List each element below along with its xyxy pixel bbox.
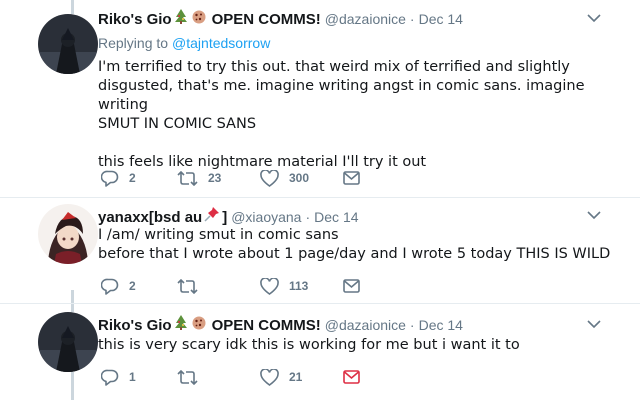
like-button[interactable]: 113: [260, 276, 308, 296]
chevron-down-icon[interactable]: [587, 319, 601, 329]
like-icon: [260, 169, 279, 187]
separator-dot: ·: [409, 11, 415, 27]
tweet-text: I'm terrified to try this out. that weir…: [98, 59, 585, 170]
replying-to: Replying to @tajntedsorrow: [98, 35, 270, 51]
chevron-down-icon[interactable]: [587, 210, 601, 220]
retweet-button[interactable]: [177, 367, 208, 387]
display-name-suffix[interactable]: ]: [222, 209, 227, 226]
retweet-count: 23: [208, 171, 222, 185]
thread-line: [71, 372, 74, 400]
like-button[interactable]: 300: [260, 168, 309, 188]
divider: [0, 303, 640, 304]
tweet-date[interactable]: Dec 14: [419, 11, 463, 27]
message-icon: [343, 279, 360, 293]
replying-to-label: Replying to: [98, 35, 169, 51]
cookie-emoji: [192, 10, 206, 28]
user-handle[interactable]: @dazaionice: [325, 11, 406, 27]
reply-count: 2: [129, 171, 136, 185]
message-icon: [343, 370, 360, 384]
like-icon: [260, 368, 279, 386]
separator-dot: ·: [305, 209, 311, 225]
message-icon: [343, 171, 360, 185]
tree-emoji: [174, 9, 188, 28]
display-name-suffix[interactable]: OPEN COMMS!: [212, 11, 321, 28]
like-button[interactable]: 21: [260, 367, 302, 387]
separator-dot: ·: [409, 317, 415, 333]
tweet-date[interactable]: Dec 14: [419, 317, 463, 333]
reply-button[interactable]: 1: [101, 367, 136, 387]
display-name[interactable]: Riko's Gio: [98, 317, 172, 334]
chevron-down-icon[interactable]: [587, 13, 601, 23]
reply-button[interactable]: 2: [101, 168, 136, 188]
user-handle[interactable]: @dazaionice: [325, 317, 406, 333]
tree-emoji: [174, 315, 188, 334]
retweet-icon: [177, 170, 198, 186]
retweet-button[interactable]: [177, 276, 208, 296]
tweet-header: Riko's Gio OPEN COMMS! @dazaionice · Dec…: [98, 9, 463, 28]
thread-line: [71, 0, 74, 14]
tweet-text: this is very scary idk this is working f…: [98, 337, 520, 353]
replying-to-handle[interactable]: @tajntedsorrow: [172, 35, 270, 51]
reply-count: 2: [129, 279, 136, 293]
reply-button[interactable]: 2: [101, 276, 136, 296]
avatar[interactable]: [38, 14, 98, 74]
pushpin-emoji: [204, 206, 220, 226]
display-name[interactable]: yanaxx[bsd au: [98, 209, 202, 226]
reply-count: 1: [129, 370, 136, 384]
message-button[interactable]: [343, 276, 360, 296]
tweet-header: Riko's Gio OPEN COMMS! @dazaionice · Dec…: [98, 315, 463, 334]
tweet-date[interactable]: Dec 14: [314, 209, 358, 225]
message-button[interactable]: [343, 367, 360, 387]
retweet-icon: [177, 369, 198, 385]
display-name-suffix[interactable]: OPEN COMMS!: [212, 317, 321, 334]
divider: [0, 197, 640, 198]
retweet-icon: [177, 278, 198, 294]
tweet-header: yanaxx[bsd au ] @xiaoyana · Dec 14: [98, 206, 359, 226]
retweet-button[interactable]: 23: [177, 168, 221, 188]
like-count: 21: [289, 370, 303, 384]
like-count: 300: [289, 171, 310, 185]
reply-icon: [101, 278, 119, 295]
cookie-emoji: [192, 316, 206, 334]
tweet-text: I /am/ writing smut in comic sans before…: [98, 227, 611, 262]
like-icon: [260, 277, 279, 295]
like-count: 113: [289, 279, 309, 293]
reply-icon: [101, 369, 119, 386]
message-button[interactable]: [343, 168, 360, 188]
user-handle[interactable]: @xiaoyana: [231, 209, 301, 225]
thread-line: [71, 290, 74, 312]
display-name[interactable]: Riko's Gio: [98, 11, 172, 28]
avatar[interactable]: [38, 204, 98, 264]
avatar[interactable]: [38, 312, 98, 372]
reply-icon: [101, 170, 119, 187]
